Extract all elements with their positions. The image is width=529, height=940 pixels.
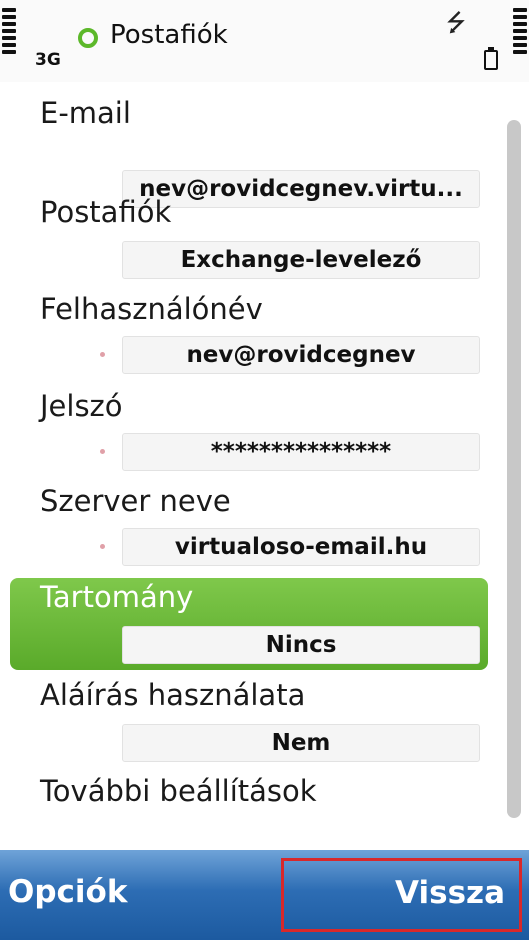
battery-level-icon	[513, 8, 527, 57]
setting-value[interactable]: Exchange-levelező	[122, 241, 480, 279]
setting-label: Aláírás használata	[40, 678, 306, 712]
setting-value[interactable]: ***************	[122, 433, 480, 471]
app-title: Postafiók	[110, 20, 228, 50]
setting-label: Tartomány	[40, 580, 194, 614]
setting-value[interactable]: Nem	[122, 724, 480, 762]
scrollbar[interactable]	[507, 120, 521, 818]
status-bar: 3G Postafiók ⭍	[0, 0, 529, 82]
setting-value[interactable]: virtualoso-email.hu	[122, 528, 480, 566]
network-indicator: 3G	[35, 50, 61, 70]
back-softkey-highlight[interactable]: Vissza	[281, 858, 522, 932]
setting-label: E-mail	[40, 96, 131, 130]
required-marker-icon	[100, 449, 105, 454]
setting-value[interactable]: Nincs	[122, 626, 480, 664]
mailbox-app-icon	[78, 28, 98, 48]
required-marker-icon	[100, 352, 105, 357]
options-softkey[interactable]: Opciók	[8, 874, 127, 910]
softkey-bar: Opciók Vissza	[0, 850, 529, 940]
setting-value[interactable]: nev@rovidcegnev	[122, 336, 480, 374]
required-marker-icon	[100, 544, 105, 549]
setting-label: Postafiók	[40, 195, 172, 229]
setting-label: Jelszó	[40, 389, 123, 423]
signal-strength-icon	[2, 8, 16, 57]
usb-icon: ⭍	[446, 9, 466, 37]
back-softkey[interactable]: Vissza	[395, 875, 505, 911]
setting-label: Felhasználónév	[40, 292, 263, 326]
setting-value[interactable]: nev@rovidcegnev.virtu...	[122, 170, 480, 208]
battery-icon	[484, 47, 498, 70]
setting-label: Szerver neve	[40, 484, 231, 518]
setting-label: További beállítások	[40, 774, 317, 808]
